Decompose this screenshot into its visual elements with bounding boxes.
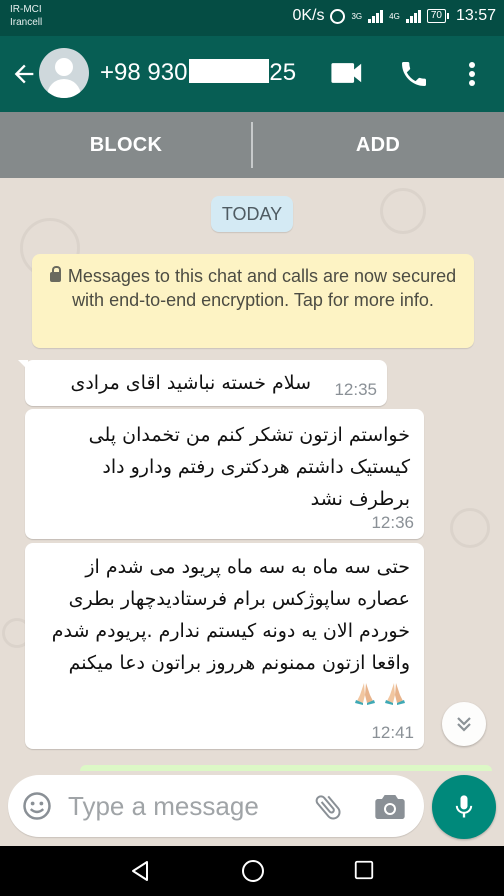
scroll-to-bottom-button[interactable] (442, 702, 486, 746)
folded-hands-emoji-icon (355, 683, 375, 705)
status-bar: IR-MCI Irancell 0K/s 3G 4G 70 13:57 (0, 0, 504, 36)
add-contact-button[interactable]: ADD (252, 112, 504, 178)
nav-recents-icon[interactable] (353, 859, 375, 881)
lock-icon (49, 266, 61, 282)
carrier-line-2: Irancell (10, 17, 43, 28)
date-chip: TODAY (211, 196, 293, 232)
message-input-container[interactable]: Type a message (8, 775, 424, 837)
encryption-notice[interactable]: Messages to this chat and calls are now … (32, 254, 474, 348)
system-nav-bar (0, 846, 504, 896)
folded-hands-emoji-icon (385, 683, 405, 705)
signal-icon-2 (405, 9, 421, 23)
composer-bar: Type a message (0, 771, 504, 846)
message-text: خواستم ازتون تشکر کنم من تخمدان پلی کیست… (88, 424, 410, 510)
contact-number-suffix: 25 (269, 59, 297, 86)
more-vert-icon[interactable] (460, 58, 484, 90)
avatar[interactable] (39, 48, 89, 98)
nav-home-icon[interactable] (241, 859, 265, 883)
double-chevron-down-icon (457, 717, 471, 732)
signal-icon (368, 9, 384, 23)
emoji-icon[interactable] (22, 791, 52, 821)
message-input[interactable]: Type a message (68, 791, 259, 821)
back-arrow-icon[interactable] (10, 60, 38, 88)
signal-label-1: 3G (351, 11, 363, 21)
contact-number-prefix: +98 930 (100, 59, 188, 86)
status-icons: 0K/s 3G 4G 70 13:57 (292, 7, 496, 25)
attach-icon[interactable] (312, 791, 344, 823)
contact-number[interactable]: +98 930 25 (100, 58, 296, 88)
block-button[interactable]: BLOCK (0, 112, 252, 178)
carrier-line-1: IR-MCI (10, 4, 42, 15)
status-time: 13:57 (455, 7, 496, 24)
mic-icon (455, 795, 473, 818)
message-bubble[interactable]: سلام خسته نباشید اقای مرادی 12:35 (18, 360, 387, 406)
message-text-container: حتی سه ماه به سه ماه پریود می شدم از عصا… (45, 551, 410, 711)
message-time: 12:41 (371, 723, 414, 742)
nav-back-icon[interactable] (128, 859, 152, 883)
message-bubble[interactable]: حتی سه ماه به سه ماه پریود می شدم از عصا… (25, 543, 424, 749)
mic-button[interactable] (432, 775, 496, 839)
message-text: سلام خسته نباشید اقای مرادی (70, 372, 311, 394)
unknown-contact-bar: BLOCK ADD (0, 112, 504, 178)
chat-area[interactable]: TODAY Messages to this chat and calls ar… (0, 178, 504, 771)
alarm-icon (330, 8, 346, 24)
message-bubble[interactable]: خواستم ازتون تشکر کنم من تخمدان پلی کیست… (25, 409, 424, 539)
wallpaper-doodle (380, 188, 426, 234)
video-call-icon[interactable] (330, 60, 364, 86)
battery-icon: 70 (426, 9, 450, 23)
message-text: حتی سه ماه به سه ماه پریود می شدم از عصا… (51, 556, 410, 674)
message-time: 12:35 (334, 380, 377, 399)
signal-label-2: 4G (389, 11, 400, 21)
redaction-block (189, 59, 270, 83)
wallpaper-doodle (450, 508, 490, 548)
carrier-info: IR-MCI Irancell (10, 3, 42, 29)
message-time: 12:36 (371, 513, 414, 532)
chat-header: +98 930 25 (0, 36, 504, 112)
phone-icon[interactable] (398, 58, 430, 90)
camera-icon[interactable] (374, 793, 406, 821)
net-speed: 0K/s (292, 7, 325, 24)
encryption-notice-text: Messages to this chat and calls are now … (67, 266, 457, 310)
